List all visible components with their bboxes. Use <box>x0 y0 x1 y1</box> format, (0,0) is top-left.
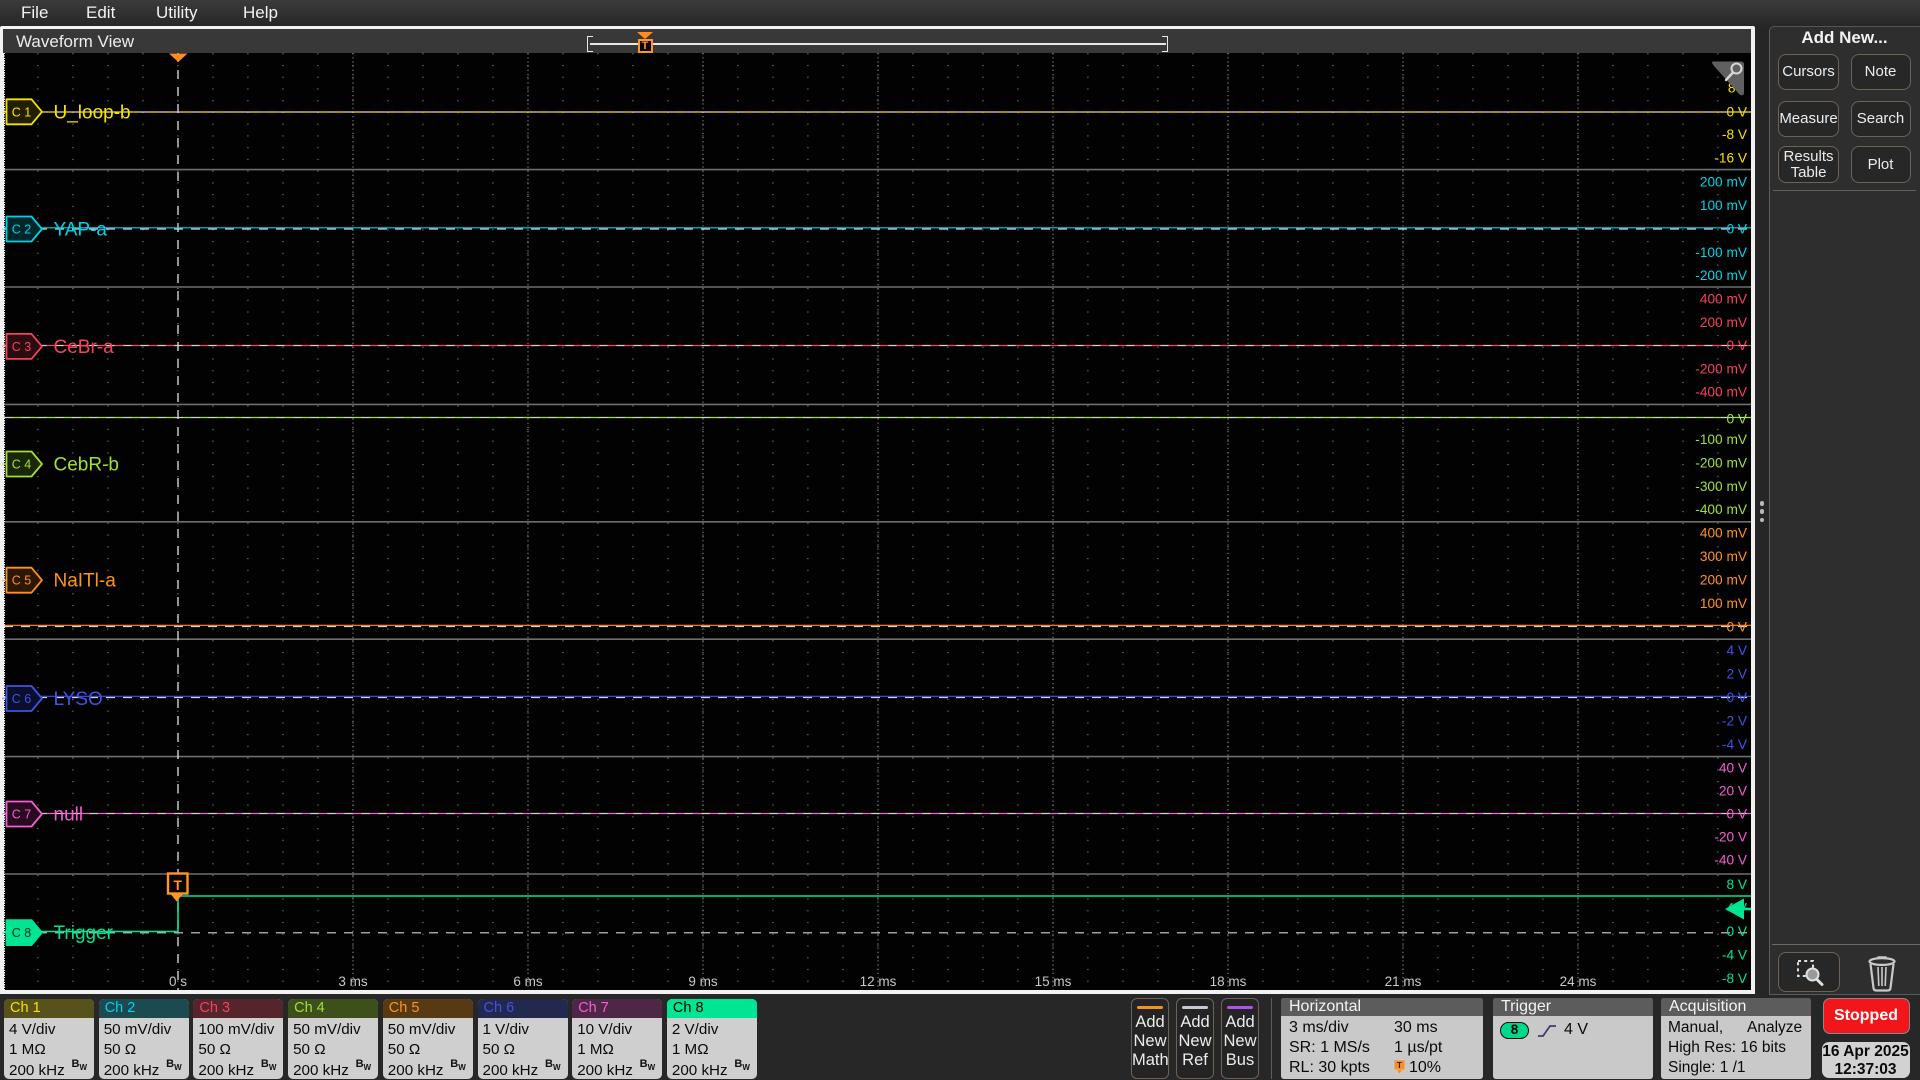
svg-text:0 V: 0 V <box>1726 924 1747 939</box>
svg-text:-400 mV: -400 mV <box>1695 385 1748 400</box>
svg-text:21 ms: 21 ms <box>1385 974 1422 989</box>
svg-text:400 mV: 400 mV <box>1700 526 1748 541</box>
svg-text:NaITl-a: NaITl-a <box>54 571 117 592</box>
svg-text:0 s: 0 s <box>169 974 187 989</box>
svg-text:-4 V: -4 V <box>1722 737 1748 752</box>
svg-text:24 ms: 24 ms <box>1560 974 1597 989</box>
svg-text:-2 V: -2 V <box>1722 714 1748 729</box>
svg-text:-16 V: -16 V <box>1714 151 1748 166</box>
svg-text:Trigger: Trigger <box>54 923 114 944</box>
svg-text:0 V: 0 V <box>1726 690 1747 705</box>
svg-text:200 mV: 200 mV <box>1700 315 1748 330</box>
svg-text:C 5: C 5 <box>12 574 32 588</box>
svg-text:CeBr-a: CeBr-a <box>54 337 115 358</box>
svg-text:100 mV: 100 mV <box>1700 198 1748 213</box>
svg-text:-8 V: -8 V <box>1722 127 1748 142</box>
svg-text:3 ms: 3 ms <box>338 974 368 989</box>
svg-text:-100 mV: -100 mV <box>1695 432 1748 447</box>
svg-text:-200 mV: -200 mV <box>1695 362 1748 377</box>
svg-text:0 V: 0 V <box>1726 412 1747 427</box>
svg-text:-20 V: -20 V <box>1714 830 1748 845</box>
svg-text:100 mV: 100 mV <box>1700 596 1748 611</box>
svg-text:0 V: 0 V <box>1726 222 1747 237</box>
svg-text:200 mV: 200 mV <box>1700 175 1748 190</box>
svg-text:C 4: C 4 <box>12 458 32 472</box>
svg-text:15 ms: 15 ms <box>1035 974 1072 989</box>
svg-text:0 V: 0 V <box>1726 807 1747 822</box>
svg-text:0 V: 0 V <box>1726 105 1747 120</box>
svg-text:-8 V: -8 V <box>1722 971 1748 986</box>
svg-text:6 ms: 6 ms <box>513 974 543 989</box>
svg-text:200 mV: 200 mV <box>1700 573 1748 588</box>
svg-text:-200 mV: -200 mV <box>1695 268 1748 283</box>
svg-text:T: T <box>1397 1061 1402 1070</box>
svg-text:YAP-a: YAP-a <box>54 220 108 241</box>
svg-text:8 V: 8 V <box>1726 877 1747 892</box>
svg-text:null: null <box>54 805 84 826</box>
svg-text:0 V: 0 V <box>1726 620 1747 635</box>
svg-text:C 6: C 6 <box>12 692 32 706</box>
svg-text:0 V: 0 V <box>1726 338 1747 353</box>
svg-text:C 1: C 1 <box>12 105 32 119</box>
svg-text:40 V: 40 V <box>1719 761 1748 776</box>
svg-text:LYSO: LYSO <box>54 689 103 710</box>
svg-text:-4 V: -4 V <box>1722 948 1748 963</box>
svg-text:C 3: C 3 <box>12 340 32 354</box>
svg-text:400 mV: 400 mV <box>1700 292 1748 307</box>
svg-text:20 V: 20 V <box>1719 784 1748 799</box>
svg-text:-400 mV: -400 mV <box>1695 502 1748 517</box>
svg-text:300 mV: 300 mV <box>1700 549 1748 564</box>
svg-text:C 7: C 7 <box>12 808 32 822</box>
svg-text:-300 mV: -300 mV <box>1695 479 1748 494</box>
svg-text:4 V: 4 V <box>1726 643 1747 658</box>
svg-text:-100 mV: -100 mV <box>1695 245 1748 260</box>
svg-text:-40 V: -40 V <box>1714 853 1748 868</box>
svg-text:C 8: C 8 <box>12 926 32 940</box>
svg-text:C 2: C 2 <box>12 223 32 237</box>
svg-text:18 ms: 18 ms <box>1210 974 1247 989</box>
svg-text:2 V: 2 V <box>1726 667 1747 682</box>
svg-text:12 ms: 12 ms <box>860 974 897 989</box>
svg-text:U_loop-b: U_loop-b <box>54 102 131 123</box>
svg-text:9 ms: 9 ms <box>688 974 718 989</box>
svg-text:CebR-b: CebR-b <box>54 455 119 476</box>
svg-text:-200 mV: -200 mV <box>1695 456 1748 471</box>
svg-text:T: T <box>174 878 183 893</box>
